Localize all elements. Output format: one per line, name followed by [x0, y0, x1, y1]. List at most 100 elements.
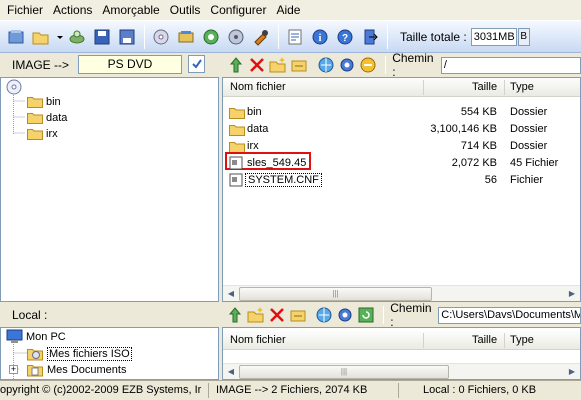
tree-item-bin[interactable]: bin — [27, 95, 61, 108]
file-name: irx — [247, 140, 259, 152]
computer-icon — [6, 329, 23, 343]
disc-type-selector[interactable]: PS DVD — [78, 55, 182, 74]
local-files-header: Chemin : C:\Users\Davs\Documents\My — [222, 301, 581, 329]
settings-gear-icon[interactable] — [337, 55, 356, 75]
help-icon[interactable]: ? — [335, 27, 355, 47]
file-row-data[interactable]: data 3,100,146 KB Dossier — [223, 121, 580, 138]
refresh-globe-icon[interactable] — [316, 55, 335, 75]
tree-item-mon-pc[interactable]: Mon PC — [6, 329, 66, 344]
total-size-unit-dropdown[interactable]: B — [517, 27, 530, 46]
file-size: 2,072 KB — [451, 157, 497, 169]
toolbar-separator — [387, 24, 388, 49]
save-icon[interactable] — [92, 27, 112, 47]
column-name-header[interactable]: Nom fichier — [230, 81, 286, 93]
info-icon[interactable]: i — [310, 27, 330, 47]
scroll-left-icon[interactable]: ◀ — [224, 287, 238, 301]
toolbar: i ? Taille totale : 3031MB B — [0, 20, 581, 53]
tool-icon[interactable] — [251, 27, 271, 47]
file-row-bin[interactable]: bin 554 KB Dossier — [223, 104, 580, 121]
properties-icon[interactable] — [285, 27, 305, 47]
new-folder-icon[interactable] — [247, 305, 266, 325]
image-path-label: Chemin : — [392, 51, 434, 79]
local-tree-panel: Mon PC Mes fichiers ISO + Mes Documents — [0, 327, 219, 380]
status-bar: opyright © (c)2002-2009 EZB Systems, Ir … — [0, 380, 581, 400]
go-up-icon[interactable] — [226, 305, 245, 325]
file-size: 56 — [484, 174, 497, 186]
column-size-header[interactable]: Taille — [472, 81, 497, 93]
column-type-header[interactable]: Type — [510, 81, 534, 93]
tree-item-label: irx — [46, 127, 58, 140]
refresh-globe-icon[interactable] — [315, 305, 334, 325]
file-name: SYSTEM.CNF — [245, 173, 322, 187]
menu-bar: Fichier Actions Amorçable Outils Configu… — [0, 0, 581, 20]
disc-tool-icon[interactable] — [226, 27, 246, 47]
disc-root-icon[interactable] — [6, 79, 22, 95]
scroll-right-icon[interactable]: ▶ — [565, 365, 579, 379]
menu-fichier[interactable]: Fichier — [2, 0, 48, 20]
local-path-label: Chemin : — [390, 301, 432, 329]
folder-icon — [229, 108, 245, 119]
status-divider — [398, 383, 399, 398]
file-icon — [229, 156, 243, 170]
file-type: Dossier — [510, 106, 548, 118]
file-size: 714 KB — [460, 140, 497, 152]
tree-item-data[interactable]: data — [27, 111, 67, 124]
scroll-right-icon[interactable]: ▶ — [565, 287, 579, 301]
column-type-header[interactable]: Type — [510, 334, 534, 346]
file-row-system-cnf[interactable]: SYSTEM.CNF 56 Fichier — [223, 172, 580, 189]
new-folder-icon[interactable] — [268, 55, 287, 75]
menu-actions[interactable]: Actions — [48, 0, 97, 20]
local-label: Local : — [12, 308, 48, 322]
tree-item-irx[interactable]: irx — [27, 127, 58, 140]
tree-item-label: Mon PC — [26, 330, 66, 343]
rename-icon[interactable] — [288, 305, 307, 325]
extract-icon[interactable] — [67, 27, 87, 47]
scrollbar-thumb[interactable]: ||| — [239, 287, 432, 301]
file-name: data — [247, 123, 269, 135]
new-icon[interactable] — [6, 27, 26, 47]
checklist-icon[interactable] — [188, 55, 205, 73]
toolbar-separator — [278, 24, 279, 49]
delete-icon[interactable] — [247, 55, 266, 75]
save-as-icon[interactable] — [117, 27, 137, 47]
scrollbar-thumb[interactable]: ||| — [239, 365, 449, 379]
column-size-header[interactable]: Taille — [472, 334, 497, 346]
settings-gear-icon[interactable] — [336, 305, 355, 325]
menu-configurer[interactable]: Configurer — [205, 0, 271, 20]
column-name-header[interactable]: Nom fichier — [230, 334, 286, 346]
expand-icon[interactable]: + — [9, 365, 18, 374]
go-up-icon[interactable] — [226, 55, 245, 75]
menu-aide[interactable]: Aide — [271, 0, 305, 20]
tree-item-label: bin — [46, 95, 61, 108]
menu-outils[interactable]: Outils — [165, 0, 206, 20]
file-row-sles[interactable]: sles_549.45 2,072 KB 45 Fichier — [223, 152, 580, 172]
tree-item-mes-fichiers-iso[interactable]: Mes fichiers ISO — [27, 346, 132, 361]
image-path-field[interactable]: / — [440, 56, 581, 74]
compress-icon[interactable] — [201, 27, 221, 47]
file-name: bin — [247, 106, 262, 118]
tree-item-mes-documents[interactable]: Mes Documents — [27, 362, 126, 377]
header-separator — [383, 306, 385, 324]
mount-icon[interactable] — [176, 27, 196, 47]
burn-icon[interactable] — [151, 27, 171, 47]
folder-icon — [229, 125, 245, 136]
open-icon[interactable] — [31, 27, 51, 47]
file-type: Dossier — [510, 123, 548, 135]
delete-icon[interactable] — [268, 305, 287, 325]
image-label: IMAGE --> — [12, 58, 70, 72]
menu-amorcable[interactable]: Amorçable — [97, 0, 164, 20]
local-header: Local : — [0, 303, 220, 327]
exit-icon[interactable] — [360, 27, 380, 47]
iso-folder-icon — [27, 349, 43, 361]
file-icon — [229, 173, 243, 187]
dropdown-arrow-icon[interactable] — [56, 27, 64, 47]
image-horizontal-scrollbar[interactable]: ◀ ||| ▶ — [223, 285, 580, 301]
scroll-left-icon[interactable]: ◀ — [224, 365, 238, 379]
local-horizontal-scrollbar[interactable]: ◀ ||| ▶ — [223, 363, 580, 379]
local-path-field[interactable]: C:\Users\Davs\Documents\My — [438, 306, 581, 324]
total-size-field[interactable]: 3031MB — [470, 27, 517, 46]
hide-icon[interactable] — [358, 55, 377, 75]
rename-icon[interactable] — [289, 55, 308, 75]
refresh-icon[interactable] — [357, 305, 376, 325]
local-file-list: Nom fichier Taille Type ◀ ||| ▶ — [222, 327, 581, 380]
